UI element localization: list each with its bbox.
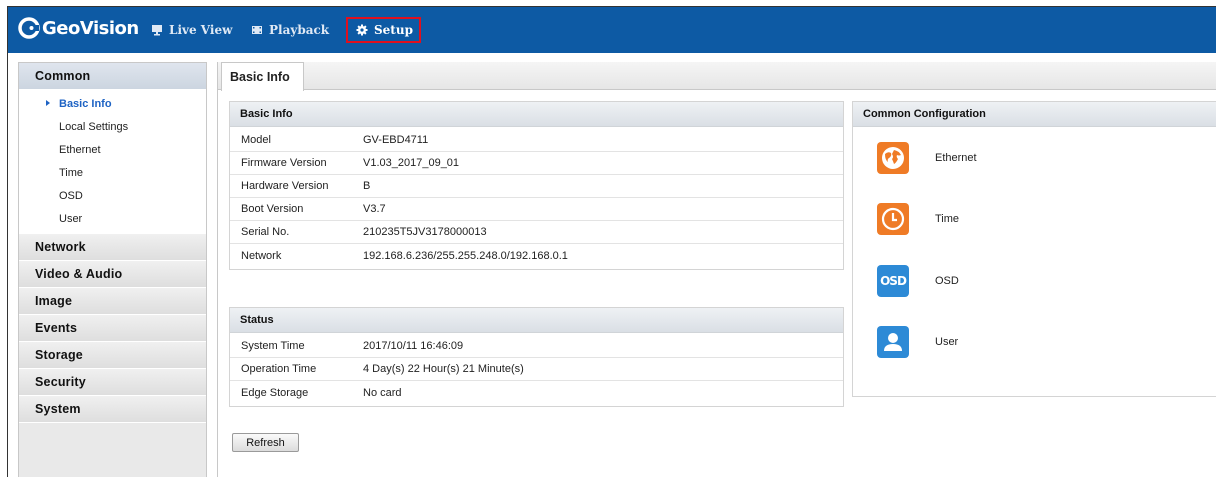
info-key: Boot Version xyxy=(241,203,304,215)
status-key: Operation Time xyxy=(241,363,317,375)
logo-text: GeoVision xyxy=(42,17,139,39)
film-icon xyxy=(252,26,262,34)
info-value: B xyxy=(363,180,371,192)
status-title: Status xyxy=(230,308,843,333)
info-key: Network xyxy=(241,249,282,262)
status-value: 2017/10/11 16:46:09 xyxy=(363,340,464,352)
sidebar-category-security[interactable]: Security xyxy=(19,369,206,396)
sidebar-item-local-settings[interactable]: Local Settings xyxy=(19,115,206,138)
app-window: GeoVision Live View Playback Setup Commo… xyxy=(7,6,1216,477)
osd-icon: OSD xyxy=(877,265,909,297)
globe-icon xyxy=(877,142,909,174)
nav-live-view-label: Live View xyxy=(169,23,233,37)
info-value: 192.168.6.236/255.255.248.0/192.168.0.1 xyxy=(363,249,568,262)
info-row-firmware: Firmware Version V1.03_2017_09_01 xyxy=(230,152,843,175)
top-navigation-bar: GeoVision Live View Playback Setup xyxy=(8,7,1216,53)
config-label-osd: OSD xyxy=(935,275,959,287)
sidebar-item-ethernet[interactable]: Ethernet xyxy=(19,138,206,161)
osd-icon-text: OSD xyxy=(880,274,907,288)
info-key: Serial No. xyxy=(241,226,290,238)
sidebar-item-user[interactable]: User xyxy=(19,207,206,230)
sidebar-category-network[interactable]: Network xyxy=(19,234,206,261)
main-content: Basic Info Basic Info Model GV-EBD4711 F… xyxy=(217,62,1216,477)
sidebar-category-storage[interactable]: Storage xyxy=(19,342,206,369)
nav-playback[interactable]: Playback xyxy=(251,19,329,41)
sidebar-item-osd[interactable]: OSD xyxy=(19,184,206,207)
refresh-button[interactable]: Refresh xyxy=(232,433,299,452)
info-value: GV-EBD4711 xyxy=(363,134,429,146)
config-label-time: Time xyxy=(935,213,960,225)
info-row-boot: Boot Version V3.7 xyxy=(230,198,843,221)
sidebar-category-events[interactable]: Events xyxy=(19,315,206,342)
status-row-system-time: System Time 2017/10/11 16:46:09 xyxy=(230,335,843,358)
status-key: System Time xyxy=(241,340,305,352)
info-value: 210235T5JV3178000013 xyxy=(363,226,487,238)
common-submenu: Basic Info Local Settings Ethernet Time … xyxy=(19,90,206,234)
config-label-ethernet: Ethernet xyxy=(935,152,977,164)
sidebar-category-image[interactable]: Image xyxy=(19,288,206,315)
status-key: Edge Storage xyxy=(241,386,309,399)
config-label-user: User xyxy=(935,336,959,348)
status-panel: Status System Time 2017/10/11 16:46:09 O… xyxy=(229,307,844,407)
nav-setup[interactable]: Setup xyxy=(346,17,421,43)
sidebar-item-time[interactable]: Time xyxy=(19,161,206,184)
tab-basic-info[interactable]: Basic Info xyxy=(221,62,304,91)
user-icon xyxy=(877,326,909,358)
gear-icon xyxy=(356,24,368,36)
common-configuration-title: Common Configuration xyxy=(853,102,1216,127)
tab-strip: Basic Info xyxy=(218,62,1216,91)
monitor-icon xyxy=(152,25,162,36)
config-shortcut-time[interactable]: Time xyxy=(877,203,959,235)
clock-icon xyxy=(877,203,909,235)
info-row-model: Model GV-EBD4711 xyxy=(230,129,843,152)
config-shortcut-ethernet[interactable]: Ethernet xyxy=(877,142,977,174)
status-row-edge-storage: Edge Storage No card xyxy=(230,381,843,404)
basic-info-panel: Basic Info Model GV-EBD4711 Firmware Ver… xyxy=(229,101,844,270)
config-shortcut-osd[interactable]: OSD OSD xyxy=(877,265,959,297)
sidebar-category-common[interactable]: Common xyxy=(19,63,206,90)
info-row-network: Network 192.168.6.236/255.255.248.0/192.… xyxy=(230,244,843,267)
nav-setup-label: Setup xyxy=(374,23,413,37)
geovision-logo: GeoVision xyxy=(18,17,139,39)
status-row-operation-time: Operation Time 4 Day(s) 22 Hour(s) 21 Mi… xyxy=(230,358,843,381)
info-key: Hardware Version xyxy=(241,180,329,192)
nav-live-view[interactable]: Live View xyxy=(151,19,232,41)
logo-mark-icon xyxy=(18,17,40,39)
status-value: No card xyxy=(363,386,402,399)
info-key: Model xyxy=(241,134,271,146)
info-value: V3.7 xyxy=(363,203,386,215)
info-key: Firmware Version xyxy=(241,157,327,169)
info-row-hardware: Hardware Version B xyxy=(230,175,843,198)
common-configuration-panel: Common Configuration Ethernet Time OSD O… xyxy=(852,101,1216,397)
sidebar-item-basic-info[interactable]: Basic Info xyxy=(19,92,206,115)
sidebar-category-video-audio[interactable]: Video & Audio xyxy=(19,261,206,288)
nav-playback-label: Playback xyxy=(269,23,330,37)
basic-info-title: Basic Info xyxy=(230,102,843,127)
status-value: 4 Day(s) 22 Hour(s) 21 Minute(s) xyxy=(363,363,524,375)
info-value: V1.03_2017_09_01 xyxy=(363,157,460,169)
config-shortcut-user[interactable]: User xyxy=(877,326,958,358)
sidebar-category-system[interactable]: System xyxy=(19,396,206,423)
info-row-serial: Serial No. 210235T5JV3178000013 xyxy=(230,221,843,244)
setup-sidebar: Common Basic Info Local Settings Etherne… xyxy=(18,62,207,477)
